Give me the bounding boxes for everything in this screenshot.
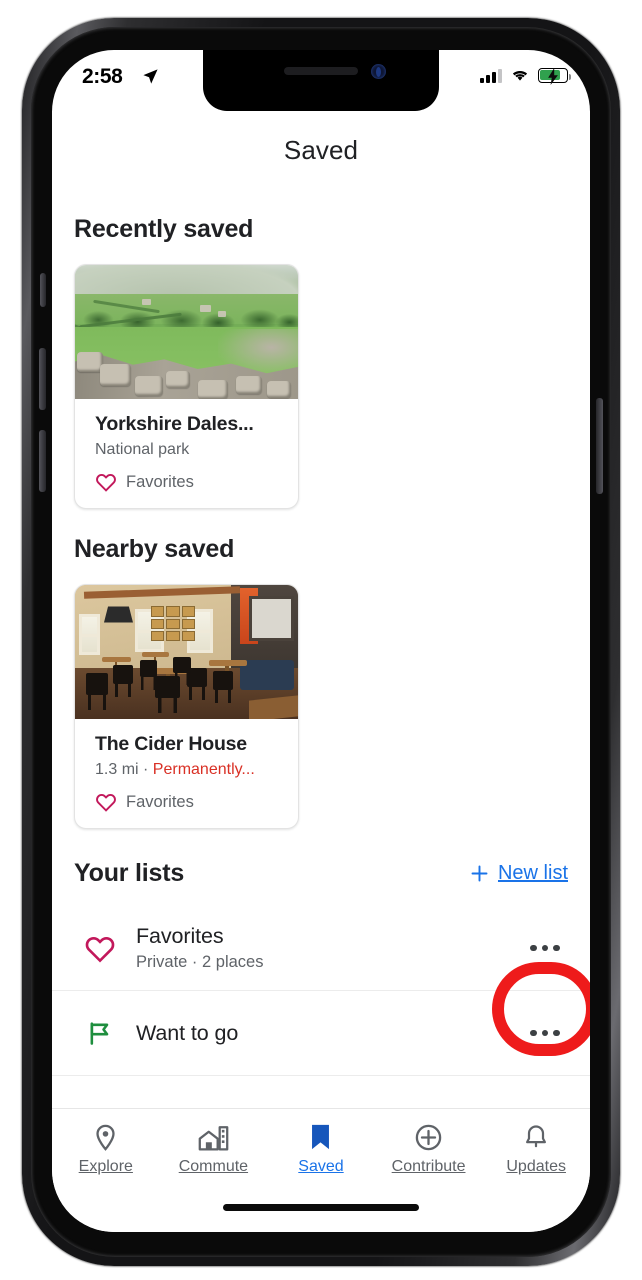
- place-card-cider-house[interactable]: The Cider House 1.3 mi · Permanently... …: [74, 584, 299, 829]
- section-title-your-lists: Your lists: [74, 859, 185, 887]
- list-item-text: Want to go: [136, 1021, 522, 1046]
- tab-saved[interactable]: Saved: [267, 1109, 375, 1232]
- place-status-line: 1.3 mi · Permanently...: [95, 761, 284, 779]
- status-time: 2:58: [82, 65, 123, 88]
- volume-up-button[interactable]: [39, 348, 46, 410]
- list-item-subtitle: Private · 2 places: [136, 953, 264, 971]
- flag-icon: [74, 1019, 126, 1047]
- more-options-icon[interactable]: [522, 1029, 568, 1037]
- plus-circle-icon: [415, 1124, 442, 1151]
- list-item-name: Favorites: [136, 924, 224, 948]
- your-lists-header: Your lists New list: [74, 859, 568, 888]
- list-item-want-to-go[interactable]: Want to go: [52, 991, 590, 1076]
- app-header: Saved: [52, 111, 590, 189]
- power-button[interactable]: [596, 398, 603, 494]
- volume-down-button[interactable]: [39, 430, 46, 492]
- location-arrow-icon: [142, 68, 159, 90]
- buildings-icon: [198, 1126, 229, 1151]
- phone-screen: 2:58 Saved Recently saved Yorkshire Dale…: [52, 50, 590, 1232]
- bottom-tab-bar: Explore Commute Saved Contribute Updates: [52, 1108, 590, 1232]
- tab-contribute[interactable]: Contribute: [375, 1109, 483, 1232]
- tab-label-updates: Updates: [506, 1158, 566, 1175]
- cider-house-photo: [75, 585, 298, 719]
- mute-switch[interactable]: [40, 273, 46, 307]
- place-distance: 1.3 mi ·: [95, 761, 153, 778]
- card-body: The Cider House 1.3 mi · Permanently... …: [75, 719, 298, 828]
- card-body: Yorkshire Dales... National park Favorit…: [75, 399, 298, 508]
- heart-icon: [96, 794, 116, 812]
- tab-explore[interactable]: Explore: [52, 1109, 160, 1232]
- front-camera-icon: [371, 64, 386, 79]
- notch: [203, 50, 439, 111]
- place-name: Yorkshire Dales...: [95, 413, 254, 435]
- tab-label-saved: Saved: [298, 1158, 344, 1175]
- card-list-badge: Favorites: [95, 792, 284, 812]
- plus-icon: [471, 865, 488, 882]
- home-indicator[interactable]: [223, 1204, 419, 1211]
- heart-icon: [96, 474, 116, 492]
- card-list-badge: Favorites: [95, 472, 284, 492]
- tab-updates[interactable]: Updates: [482, 1109, 590, 1232]
- status-indicators: [480, 68, 571, 85]
- tab-label-explore: Explore: [78, 1158, 133, 1175]
- list-item-text: Favorites Private · 2 places: [136, 924, 522, 972]
- place-closed-status: Permanently...: [152, 761, 255, 778]
- section-title-nearby-saved: Nearby saved: [74, 535, 235, 563]
- tab-label-commute: Commute: [178, 1158, 249, 1175]
- page-title: Saved: [283, 134, 359, 165]
- place-card-yorkshire-dales[interactable]: Yorkshire Dales... National park Favorit…: [74, 264, 299, 509]
- saved-content-scroll[interactable]: Recently saved Yorkshire Dales... Nation…: [52, 189, 590, 1108]
- earpiece-speaker: [284, 67, 358, 75]
- list-item-favorites[interactable]: Favorites Private · 2 places: [52, 906, 590, 991]
- map-pin-icon: [96, 1124, 115, 1151]
- heart-icon: [74, 934, 126, 963]
- wifi-icon: [512, 71, 528, 81]
- bookmark-icon: [312, 1124, 330, 1150]
- new-list-label: New list: [497, 862, 568, 884]
- more-options-icon[interactable]: [522, 944, 568, 952]
- place-name: The Cider House: [95, 733, 247, 755]
- battery-charging-icon: [538, 68, 571, 85]
- tab-commute[interactable]: Commute: [160, 1109, 268, 1232]
- section-title-recently-saved: Recently saved: [74, 215, 254, 243]
- card-list-name: Favorites: [126, 792, 194, 811]
- list-item-name: Want to go: [136, 1020, 239, 1045]
- new-list-button[interactable]: New list: [469, 862, 568, 885]
- cellular-signal-icon: [480, 68, 502, 83]
- tab-label-contribute: Contribute: [391, 1158, 466, 1175]
- place-category: National park: [95, 441, 190, 458]
- card-list-name: Favorites: [126, 472, 194, 491]
- yorkshire-dales-photo: [75, 265, 298, 399]
- bell-icon: [526, 1125, 547, 1148]
